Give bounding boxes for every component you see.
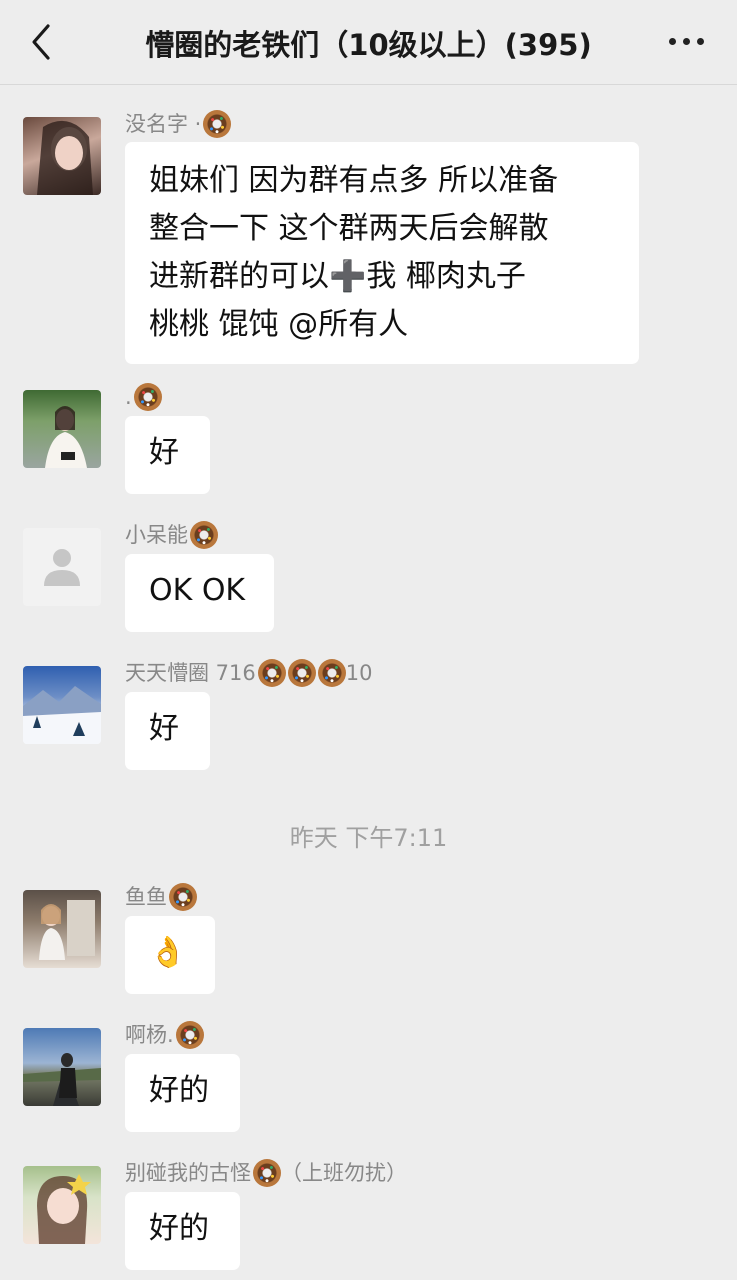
sender-label: . bbox=[125, 385, 132, 409]
ok-hand-emoji: 👌 bbox=[149, 935, 187, 970]
sender-suffix: （上班勿扰） bbox=[281, 1161, 407, 1185]
avatar[interactable] bbox=[23, 117, 101, 195]
avatar[interactable] bbox=[23, 390, 101, 468]
donut-icon bbox=[253, 1159, 281, 1187]
more-icon bbox=[669, 38, 676, 45]
sender-label: 别碰我的古怪 bbox=[125, 1161, 251, 1185]
donut-icon bbox=[190, 521, 218, 549]
message-bubble[interactable]: 姐妹们 因为群有点多 所以准备 整合一下 这个群两天后会解散 进新群的可以➕我 … bbox=[125, 142, 639, 364]
sender-label: 天天懵圈 716 bbox=[125, 661, 256, 685]
sender-name: 别碰我的古怪 （上班勿扰） bbox=[125, 1158, 407, 1188]
avatar[interactable] bbox=[23, 1028, 101, 1106]
more-button[interactable] bbox=[667, 30, 707, 54]
chat-title: 懵圈的老铁们（10级以上）(395) bbox=[145, 28, 592, 62]
sender-name: 天天懵圈 716 10 bbox=[125, 658, 373, 688]
avatar[interactable] bbox=[23, 528, 101, 606]
avatar[interactable] bbox=[23, 1166, 101, 1244]
message-line: 整合一下 这个群两天后会解散 bbox=[149, 211, 549, 246]
message-line: 桃桃 馄饨 @所有人 bbox=[149, 307, 409, 342]
more-icon-dot bbox=[683, 38, 690, 45]
message-bubble[interactable]: 好的 bbox=[125, 1054, 240, 1132]
chat-header: 懵圈的老铁们（10级以上）(395) bbox=[0, 0, 737, 85]
sender-name: 啊杨. bbox=[125, 1020, 204, 1050]
sender-label: 没名字 · bbox=[125, 112, 202, 136]
sender-label: 鱼鱼 bbox=[125, 885, 167, 909]
message-bubble[interactable]: 好 bbox=[125, 692, 210, 770]
donut-icon bbox=[133, 383, 162, 411]
message-bubble[interactable]: 好 bbox=[125, 416, 210, 494]
sender-label: 小呆能 bbox=[125, 523, 188, 547]
sender-label: 啊杨. bbox=[125, 1023, 174, 1047]
message-text: OK OK bbox=[149, 573, 246, 608]
sender-name: 小呆能 bbox=[125, 520, 218, 550]
sender-name: 鱼鱼 bbox=[125, 882, 197, 912]
donut-icon bbox=[203, 110, 232, 138]
sender-name: 没名字 · bbox=[125, 109, 232, 139]
donut-icon bbox=[287, 659, 316, 687]
message-text: 好 bbox=[149, 711, 179, 746]
avatar[interactable] bbox=[23, 666, 101, 744]
more-icon-dot bbox=[697, 38, 704, 45]
message-text: 好的 bbox=[149, 1211, 209, 1246]
sender-suffix: 10 bbox=[345, 661, 373, 685]
sender-name: . bbox=[125, 382, 162, 412]
avatar[interactable] bbox=[23, 890, 101, 968]
message-bubble[interactable]: OK OK bbox=[125, 554, 274, 632]
timestamp-divider: 昨天 下午7:11 bbox=[289, 824, 448, 852]
message-line: 姐妹们 因为群有点多 所以准备 bbox=[149, 163, 559, 198]
message-text: 好的 bbox=[149, 1073, 209, 1108]
message-text: 好 bbox=[149, 435, 179, 470]
donut-icon bbox=[175, 1021, 204, 1049]
donut-icon bbox=[169, 883, 197, 911]
message-line: 进新群的可以➕我 椰肉丸子 bbox=[149, 259, 526, 294]
default-avatar-icon bbox=[44, 549, 80, 586]
message-bubble[interactable]: 👌 bbox=[125, 916, 215, 994]
donut-icon bbox=[257, 659, 286, 687]
donut-icon bbox=[317, 659, 346, 687]
message-bubble[interactable]: 好的 bbox=[125, 1192, 240, 1270]
